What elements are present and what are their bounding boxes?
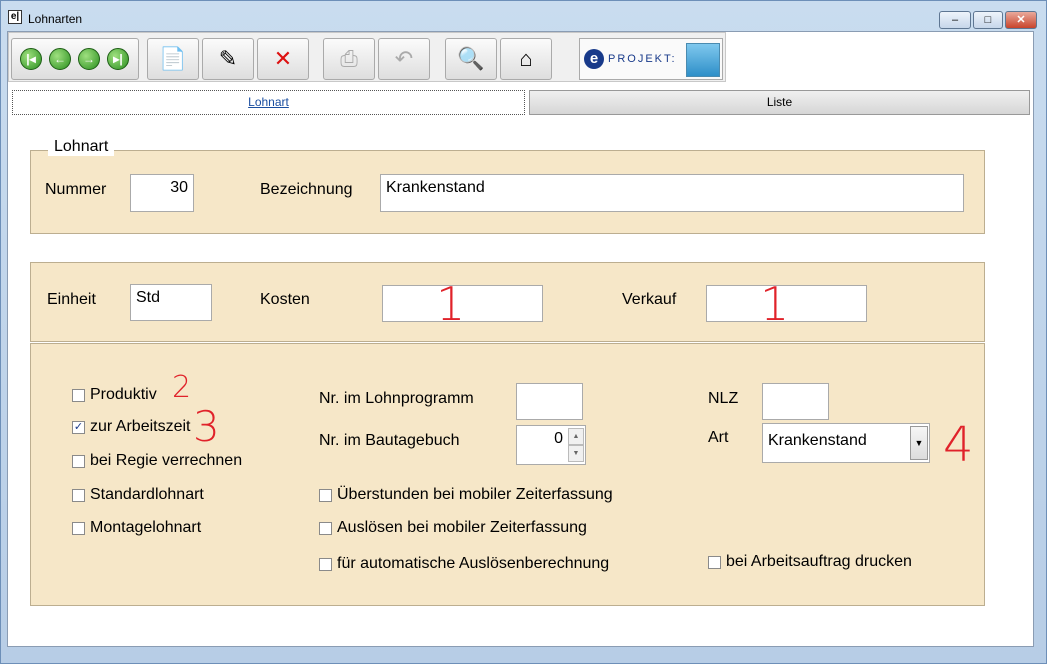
checkbox-box[interactable]	[72, 388, 85, 402]
bezeichnung-label: Bezeichnung	[260, 181, 353, 198]
edit-icon[interactable]: ✎	[202, 38, 254, 80]
art-label: Art	[708, 429, 729, 446]
minimize-button[interactable]: –	[939, 11, 971, 29]
bezeichnung-field[interactable]: Krankenstand	[380, 174, 964, 212]
nlz-label: NLZ	[708, 390, 739, 407]
chevron-down-icon[interactable]: ▼	[910, 426, 928, 460]
lohnprogramm-label: Nr. im Lohnprogramm	[319, 390, 474, 407]
delete-icon[interactable]: ✕	[257, 38, 309, 80]
print-icon[interactable]: ⎙	[323, 38, 375, 80]
tab-lohnart[interactable]: Lohnart	[12, 90, 525, 115]
annotation-1-kosten: 1	[436, 277, 466, 331]
checkbox-box[interactable]	[72, 454, 85, 468]
next-record-icon[interactable]: →	[78, 48, 100, 70]
checkbox-label: Produktiv	[90, 386, 157, 403]
produktiv-checkbox[interactable]: Produktiv	[72, 386, 157, 404]
help-chat-icon[interactable]	[686, 43, 720, 77]
checkbox-box[interactable]	[319, 557, 332, 571]
main-window: e| Lohnarten – □ ✕ |◂ ← → ▸| 📄 ✎ ✕ ⎙ ↶ 🔍…	[0, 0, 1047, 664]
checkbox-box[interactable]	[72, 488, 85, 502]
nummer-field[interactable]: 30	[130, 174, 194, 212]
lohnprogramm-field[interactable]	[516, 383, 583, 420]
tab-liste[interactable]: Liste	[529, 90, 1030, 115]
home-icon[interactable]: ⌂	[500, 38, 552, 80]
eprojekt-logo-text: PROJEKT:	[608, 53, 677, 65]
nummer-label: Nummer	[45, 181, 107, 198]
auto-ausloesen-checkbox[interactable]: für automatische Auslösenberechnung	[319, 555, 609, 573]
arbeitszeit-checkbox[interactable]: ✓ zur Arbeitszeit	[72, 418, 190, 436]
ausloesen-checkbox[interactable]: Auslösen bei mobiler Zeiterfassung	[319, 519, 587, 537]
checkbox-box[interactable]	[72, 521, 85, 535]
client-area: |◂ ← → ▸| 📄 ✎ ✕ ⎙ ↶ 🔍 ⌂ e PROJEKT: Lohna…	[7, 31, 1034, 647]
spin-down-icon[interactable]: ▼	[568, 445, 584, 462]
nav-group: |◂ ← → ▸|	[11, 38, 139, 80]
bautagebuch-label: Nr. im Bautagebuch	[319, 432, 460, 449]
close-window-button[interactable]: ✕	[1005, 11, 1037, 29]
eprojekt-logo[interactable]: e PROJEKT:	[579, 38, 723, 80]
kosten-label: Kosten	[260, 291, 310, 308]
annotation-4: 4	[943, 417, 974, 473]
first-record-icon[interactable]: |◂	[20, 48, 42, 70]
last-record-icon[interactable]: ▸|	[107, 48, 129, 70]
verkauf-label: Verkauf	[622, 291, 677, 308]
eprojekt-e-icon: e	[584, 49, 604, 69]
spin-up-icon[interactable]: ▲	[568, 428, 584, 445]
checkbox-label: bei Regie verrechnen	[90, 452, 243, 469]
art-select[interactable]: Krankenstand	[762, 423, 930, 463]
annotation-3: 3	[193, 402, 220, 451]
checkbox-label: bei Arbeitsauftrag drucken	[726, 553, 912, 570]
group-legend: Lohnart	[48, 138, 115, 156]
arbeitsauftrag-checkbox[interactable]: bei Arbeitsauftrag drucken	[708, 553, 912, 571]
einheit-label: Einheit	[47, 291, 96, 308]
annotation-1-verkauf: 1	[760, 277, 790, 331]
checkbox-label: Standardlohnart	[90, 486, 204, 503]
checkbox-label: zur Arbeitszeit	[90, 418, 191, 435]
search-icon[interactable]: 🔍	[445, 38, 497, 80]
maximize-button[interactable]: □	[973, 11, 1003, 29]
checkbox-label: Überstunden bei mobiler Zeiterfassung	[337, 486, 613, 503]
checkbox-box[interactable]	[319, 488, 332, 502]
checkbox-box[interactable]	[708, 555, 721, 569]
toolbar: |◂ ← → ▸| 📄 ✎ ✕ ⎙ ↶ 🔍 ⌂ e PROJEKT:	[8, 32, 726, 82]
checkbox-label: Auslösen bei mobiler Zeiterfassung	[337, 519, 587, 536]
checkbox-label: für automatische Auslösenberechnung	[337, 555, 610, 572]
regie-checkbox[interactable]: bei Regie verrechnen	[72, 452, 242, 470]
app-icon: e|	[8, 10, 22, 24]
annotation-2: 2	[172, 370, 192, 405]
checkbox-label: Montagelohnart	[90, 519, 202, 536]
prev-record-icon[interactable]: ←	[49, 48, 71, 70]
title-bar: e| Lohnarten – □ ✕	[1, 1, 1046, 31]
checkbox-box-checked[interactable]: ✓	[72, 420, 85, 434]
nlz-field[interactable]	[762, 383, 829, 420]
montagelohnart-checkbox[interactable]: Montagelohnart	[72, 519, 201, 537]
new-document-icon[interactable]: 📄	[147, 38, 199, 80]
window-title: Lohnarten	[28, 12, 83, 26]
einheit-field[interactable]: Std	[130, 284, 212, 321]
checkbox-box[interactable]	[319, 521, 332, 535]
ueberstunden-checkbox[interactable]: Überstunden bei mobiler Zeiterfassung	[319, 486, 613, 504]
standardlohnart-checkbox[interactable]: Standardlohnart	[72, 486, 204, 504]
undo-icon[interactable]: ↶	[378, 38, 430, 80]
